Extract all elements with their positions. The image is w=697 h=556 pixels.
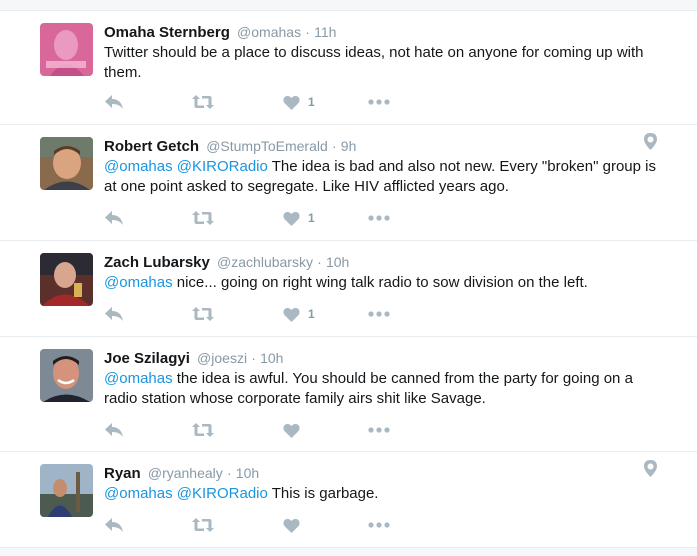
mention-links[interactable]: @omahas @KIRORadio bbox=[104, 485, 268, 502]
username[interactable]: @zachlubarsky bbox=[217, 254, 313, 270]
reply-button[interactable] bbox=[104, 92, 124, 112]
tweet-actions: 1 bbox=[104, 92, 404, 112]
like-button[interactable] bbox=[283, 420, 308, 440]
tweet-body: This is garbage. bbox=[267, 485, 379, 502]
reply-icon bbox=[105, 211, 123, 225]
reply-icon bbox=[105, 95, 123, 109]
heart-icon bbox=[283, 423, 300, 438]
heart-icon bbox=[283, 518, 300, 533]
timestamp[interactable]: 10h bbox=[326, 254, 349, 270]
mention-links[interactable]: @omahas @KIRORadio bbox=[104, 158, 268, 175]
like-count: 1 bbox=[308, 211, 315, 225]
display-name[interactable]: Zach Lubarsky bbox=[104, 254, 210, 271]
timeline: Omaha Sternberg @omahas · 11h Twitter sh… bbox=[0, 10, 697, 548]
tweet[interactable]: Robert Getch @StumpToEmerald · 9h @omaha… bbox=[0, 125, 697, 241]
retweet-icon bbox=[192, 95, 214, 109]
like-button[interactable]: 1 bbox=[283, 92, 315, 112]
separator-dot: · bbox=[317, 254, 322, 270]
more-button[interactable] bbox=[368, 92, 390, 112]
reply-icon bbox=[105, 423, 123, 437]
more-button[interactable] bbox=[368, 208, 390, 228]
heart-icon bbox=[283, 95, 300, 110]
username[interactable]: @omahas bbox=[237, 24, 301, 40]
display-name[interactable]: Omaha Sternberg bbox=[104, 24, 230, 41]
like-button[interactable] bbox=[283, 515, 308, 535]
timestamp[interactable]: 11h bbox=[314, 24, 336, 40]
like-button[interactable]: 1 bbox=[283, 304, 315, 324]
tweet-actions: 1 bbox=[104, 208, 404, 228]
retweet-button[interactable] bbox=[191, 304, 215, 324]
more-icon bbox=[368, 427, 390, 433]
more-button[interactable] bbox=[368, 304, 390, 324]
tweet[interactable]: Ryan @ryanhealy · 10h @omahas @KIRORadio… bbox=[0, 452, 697, 547]
avatar[interactable] bbox=[40, 464, 93, 517]
avatar[interactable] bbox=[40, 349, 93, 402]
retweet-button[interactable] bbox=[191, 515, 215, 535]
username[interactable]: @joeszi bbox=[197, 350, 247, 366]
tweet-text: @omahas @KIRORadio This is garbage. bbox=[104, 484, 664, 504]
like-count: 1 bbox=[308, 307, 315, 321]
heart-icon bbox=[283, 307, 300, 322]
timestamp[interactable]: 9h bbox=[341, 138, 357, 154]
tweet-text: @omahas @KIRORadio The idea is bad and a… bbox=[104, 157, 664, 197]
tweet[interactable]: Omaha Sternberg @omahas · 11h Twitter sh… bbox=[0, 11, 697, 125]
avatar[interactable] bbox=[40, 253, 93, 306]
tweet-body: the idea is awful. You should be canned … bbox=[104, 370, 633, 407]
reply-button[interactable] bbox=[104, 208, 124, 228]
reply-button[interactable] bbox=[104, 515, 124, 535]
retweet-icon bbox=[192, 211, 214, 225]
timestamp[interactable]: 10h bbox=[260, 350, 283, 366]
retweet-icon bbox=[192, 518, 214, 532]
username[interactable]: @ryanhealy bbox=[148, 465, 223, 481]
separator-dot: · bbox=[305, 24, 310, 40]
more-button[interactable] bbox=[368, 515, 390, 535]
mention-links[interactable]: @omahas bbox=[104, 274, 173, 291]
separator-dot: · bbox=[226, 465, 232, 481]
tweet-text: @omahas nice... going on right wing talk… bbox=[104, 273, 664, 293]
mention-links[interactable]: @omahas bbox=[104, 370, 173, 387]
like-button[interactable]: 1 bbox=[283, 208, 315, 228]
tweet-text: Twitter should be a place to discuss ide… bbox=[104, 43, 664, 83]
more-icon bbox=[368, 99, 390, 105]
retweet-button[interactable] bbox=[191, 420, 215, 440]
retweet-icon bbox=[192, 307, 214, 321]
display-name[interactable]: Ryan bbox=[104, 465, 141, 482]
location-pin-icon[interactable] bbox=[644, 133, 657, 150]
heart-icon bbox=[283, 211, 300, 226]
tweet-actions: 1 bbox=[104, 304, 404, 324]
location-pin-icon[interactable] bbox=[644, 460, 657, 477]
retweet-button[interactable] bbox=[191, 92, 215, 112]
reply-icon bbox=[105, 518, 123, 532]
avatar[interactable] bbox=[40, 137, 93, 190]
tweet-actions bbox=[104, 420, 404, 440]
separator-dot: · bbox=[331, 138, 337, 154]
reply-button[interactable] bbox=[104, 304, 124, 324]
display-name[interactable]: Robert Getch bbox=[104, 138, 199, 155]
retweet-icon bbox=[192, 423, 214, 437]
tweet[interactable]: Joe Szilagyi @joeszi · 10h @omahas the i… bbox=[0, 337, 697, 452]
more-icon bbox=[368, 311, 390, 317]
tweet-body: Twitter should be a place to discuss ide… bbox=[104, 44, 644, 81]
tweet-actions bbox=[104, 515, 404, 535]
separator-dot: · bbox=[251, 350, 256, 366]
timestamp[interactable]: 10h bbox=[236, 465, 259, 481]
display-name[interactable]: Joe Szilagyi bbox=[104, 350, 190, 367]
more-icon bbox=[368, 522, 390, 528]
like-count: 1 bbox=[308, 95, 315, 109]
more-button[interactable] bbox=[368, 420, 390, 440]
tweet-text: @omahas the idea is awful. You should be… bbox=[104, 369, 664, 409]
avatar[interactable] bbox=[40, 23, 93, 76]
username[interactable]: @StumpToEmerald bbox=[206, 138, 328, 154]
tweet[interactable]: Zach Lubarsky @zachlubarsky · 10h @omaha… bbox=[0, 241, 697, 337]
tweet-body: nice... going on right wing talk radio t… bbox=[172, 274, 588, 291]
retweet-button[interactable] bbox=[191, 208, 215, 228]
more-icon bbox=[368, 215, 390, 221]
reply-icon bbox=[105, 307, 123, 321]
reply-button[interactable] bbox=[104, 420, 124, 440]
